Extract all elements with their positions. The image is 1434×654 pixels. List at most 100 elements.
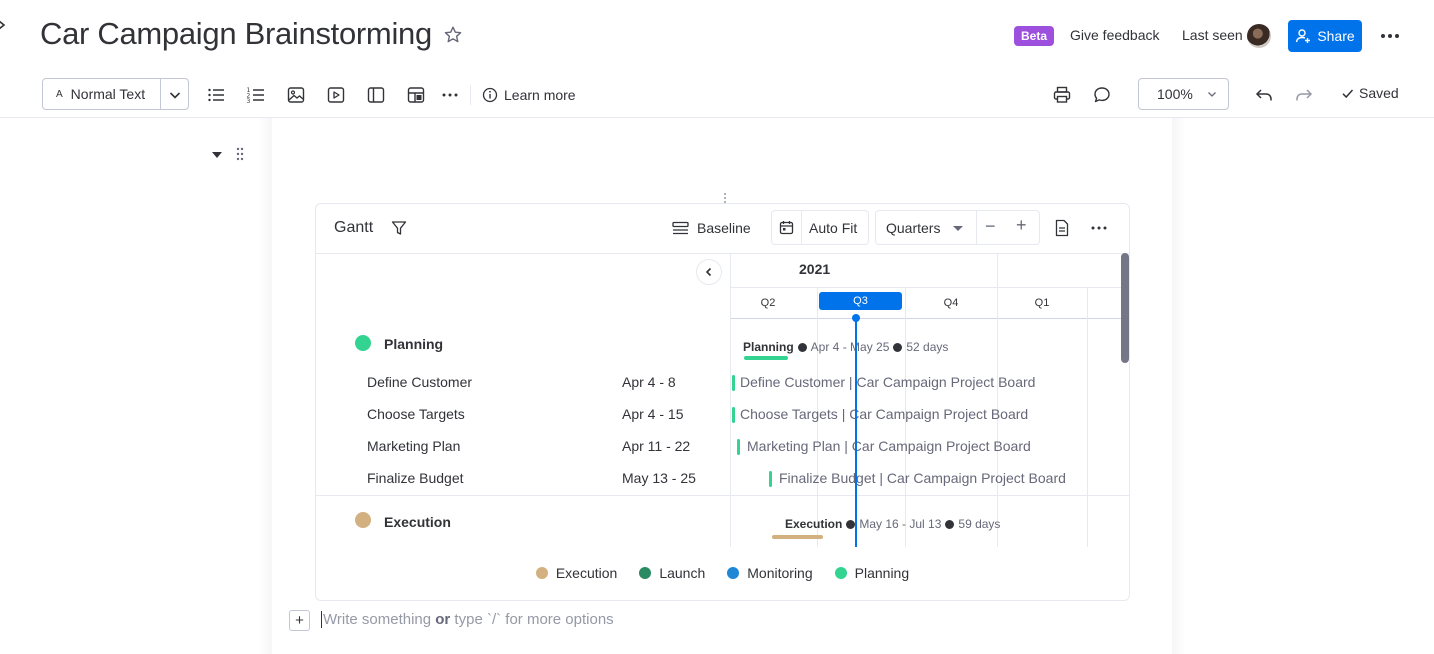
numbered-list-icon[interactable]: 123 [246, 85, 266, 105]
task-bar[interactable] [732, 375, 735, 391]
legend-label: Execution [555, 565, 618, 581]
video-icon[interactable] [326, 85, 346, 105]
task-bar[interactable] [737, 439, 740, 455]
person-add-icon [1296, 29, 1311, 43]
task-dates: Apr 4 - 15 [622, 406, 684, 422]
saved-status: Saved [1341, 85, 1399, 101]
document-header: Car Campaign Brainstorming Beta Give fee… [0, 0, 1434, 72]
more-horizontal-icon[interactable] [1089, 220, 1109, 236]
zoom-out-button[interactable]: − [985, 216, 996, 237]
last-seen-label[interactable]: Last seen [1182, 27, 1243, 43]
legend-color-dot [535, 567, 548, 579]
legend-color-dot [639, 567, 652, 579]
group-summary-planning[interactable]: Planning Apr 4 - May 25 52 days [743, 340, 948, 354]
redo-icon[interactable] [1294, 85, 1314, 105]
group-summary-duration: 59 days [958, 517, 1001, 531]
export-icon[interactable] [1054, 219, 1070, 237]
group-color-dot [355, 335, 371, 351]
table-icon[interactable] [406, 85, 426, 105]
task-bar[interactable] [732, 407, 735, 423]
legend-color-dot [727, 567, 740, 579]
bullet-list-icon[interactable] [206, 85, 226, 105]
page-title[interactable]: Car Campaign Brainstorming [40, 16, 432, 52]
legend-item: Planning [834, 565, 910, 581]
legend-label: Planning [854, 565, 910, 581]
share-button-label: Share [1317, 28, 1355, 44]
page-shadow-left [258, 118, 272, 654]
timeline-divider [731, 318, 1129, 319]
grid-line [997, 254, 998, 547]
gantt-widget: Gantt Baseline Auto Fit Quarters − + Pla… [315, 203, 1130, 601]
group-summary-execution[interactable]: Execution May 16 - Jul 13 59 days [785, 517, 1000, 531]
more-horizontal-icon[interactable] [440, 85, 460, 105]
learn-more-label: Learn more [504, 87, 576, 103]
quarter-label: Q4 [943, 297, 959, 309]
group-name-planning[interactable]: Planning [384, 336, 443, 352]
separator-dot [893, 342, 903, 352]
legend-color-dot [834, 567, 847, 579]
legend-item: Monitoring [727, 565, 813, 581]
add-block-button[interactable]: + [289, 610, 310, 631]
group-summary-name: Planning [743, 340, 794, 354]
timeline-divider [731, 287, 1129, 288]
separator-dot [945, 519, 955, 529]
editor-input[interactable]: Write something or type `/` for more opt… [321, 611, 614, 628]
calendar-icon-wrap [772, 211, 802, 244]
info-icon [482, 87, 498, 103]
filter-icon[interactable] [390, 219, 408, 237]
more-horizontal-icon[interactable] [1379, 27, 1401, 45]
group-bar-planning[interactable] [744, 356, 788, 360]
undo-icon[interactable] [1254, 85, 1274, 105]
task-name[interactable]: Finalize Budget [367, 470, 464, 486]
task-bar-label[interactable]: Choose Targets | Car Campaign Project Bo… [740, 406, 1028, 422]
baseline-button[interactable]: Baseline [672, 215, 751, 241]
task-name[interactable]: Define Customer [367, 374, 472, 390]
comment-icon[interactable] [1092, 85, 1112, 105]
task-dates: Apr 4 - 8 [622, 374, 676, 390]
drag-handle-icon[interactable] [235, 146, 245, 162]
today-marker-line [855, 318, 857, 547]
task-bar-label[interactable]: Finalize Budget | Car Campaign Project B… [779, 470, 1066, 486]
collapse-list-button[interactable] [696, 259, 722, 285]
legend-item: Execution [535, 565, 618, 581]
task-name[interactable]: Marketing Plan [367, 438, 460, 454]
image-icon[interactable] [286, 85, 306, 105]
group-bar-execution[interactable] [772, 535, 823, 539]
quarter-label: Q1 [1034, 297, 1050, 309]
layout-icon[interactable] [366, 85, 386, 105]
task-bar-label[interactable]: Marketing Plan | Car Campaign Project Bo… [747, 438, 1031, 454]
chevron-left-icon [705, 267, 712, 277]
gantt-title: Gantt [334, 219, 374, 236]
group-name-execution[interactable]: Execution [384, 514, 451, 530]
task-dates: May 13 - 25 [622, 470, 696, 486]
task-bar[interactable] [769, 471, 772, 487]
text-style-select[interactable]: A Normal Text [42, 78, 189, 110]
chevron-down-icon[interactable] [167, 87, 183, 103]
star-icon[interactable] [443, 25, 463, 45]
give-feedback-link[interactable]: Give feedback [1070, 27, 1160, 43]
task-bar-label[interactable]: Define Customer | Car Campaign Project B… [740, 374, 1035, 390]
auto-fit-button[interactable]: Auto Fit [771, 210, 869, 245]
toolbar-separator [470, 85, 471, 105]
vertical-scrollbar[interactable] [1121, 253, 1129, 363]
caret-down-icon[interactable] [953, 226, 963, 231]
chevron-right-icon[interactable] [0, 14, 10, 36]
task-name[interactable]: Choose Targets [367, 406, 465, 422]
share-button[interactable]: Share [1288, 20, 1362, 52]
placeholder-text-or: or [435, 611, 451, 628]
zoom-in-button[interactable]: + [1016, 215, 1027, 236]
gantt-body: Planning Define Customer Apr 4 - 8 Choos… [316, 253, 1129, 547]
scale-select[interactable]: Quarters [886, 220, 940, 236]
baseline-icon [672, 221, 689, 235]
caret-down-icon[interactable] [211, 150, 223, 160]
zoom-select[interactable]: 100% [1138, 78, 1229, 110]
learn-more-link[interactable]: Learn more [482, 84, 576, 106]
editor-toolbar: A Normal Text 123 Learn more 100% Saved [0, 72, 1434, 118]
calendar-icon [779, 221, 794, 235]
group-summary-duration: 52 days [906, 340, 949, 354]
avatar[interactable] [1247, 24, 1271, 48]
text-style-label: Normal Text [70, 86, 146, 102]
group-summary-range: May 16 - Jul 13 [859, 517, 942, 531]
print-icon[interactable] [1052, 85, 1072, 105]
auto-fit-label: Auto Fit [809, 219, 858, 236]
